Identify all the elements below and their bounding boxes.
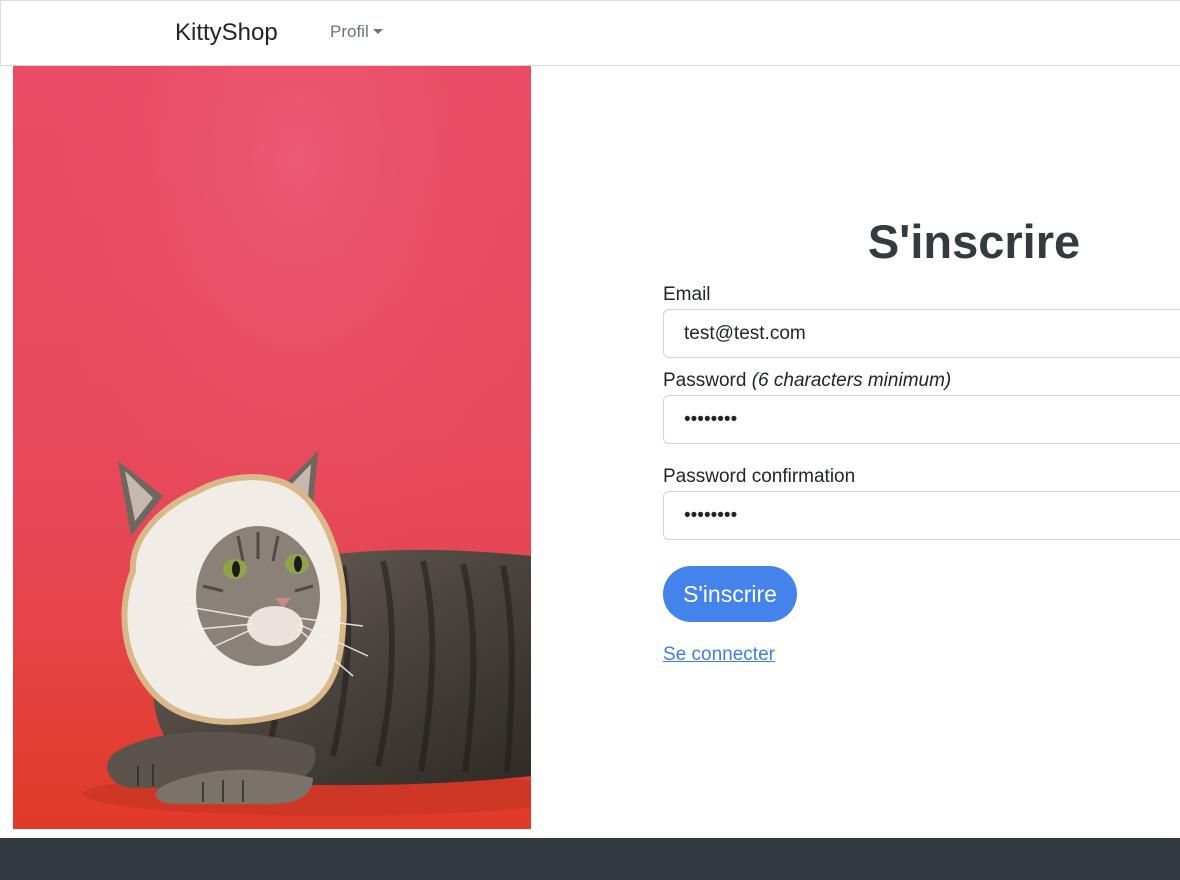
email-field[interactable] [663,309,1180,358]
brand-logo[interactable]: KittyShop [175,19,278,47]
password-label: Password (6 characters minimum) [663,370,951,392]
caret-down-icon [372,29,383,34]
password-confirmation-field[interactable] [663,491,1180,540]
cat-illustration [13,66,531,829]
password-hint: (6 characters minimum) [751,370,952,391]
signup-button[interactable]: S'inscrire [663,566,797,622]
hero-cat-image [13,66,531,829]
page-title: S'inscrire [867,215,1081,268]
profile-dropdown-label: Profil [330,22,369,41]
profile-dropdown[interactable]: Profil [330,22,383,42]
email-label: Email [663,284,711,305]
login-link[interactable]: Se connecter [663,644,775,666]
password-label-text: Password [663,370,747,391]
password-confirmation-label: Password confirmation [663,466,856,487]
footer [0,838,1180,880]
navbar: KittyShop Profil [0,0,1180,66]
password-field[interactable] [663,395,1180,444]
